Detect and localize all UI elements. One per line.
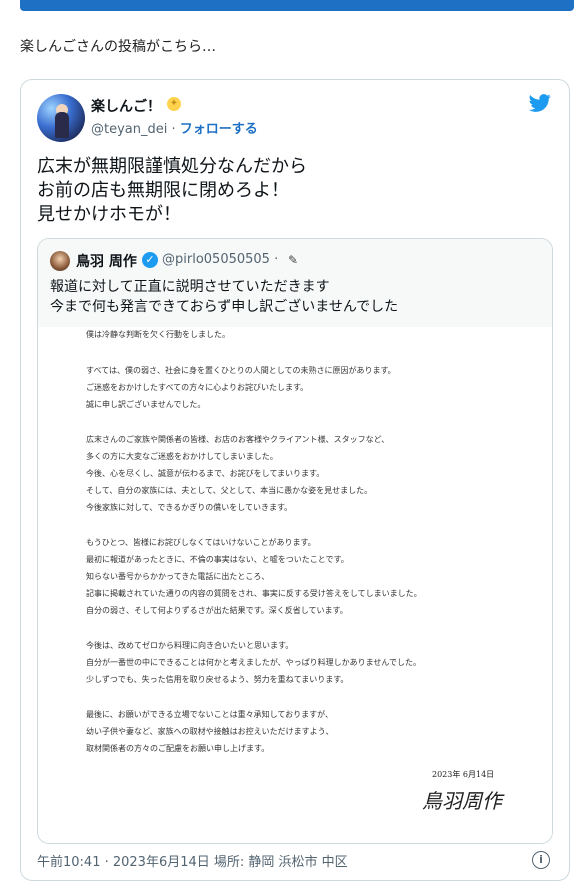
sparkle-star-icon: ✦ [167,97,181,111]
doc-line: 幼い子供や妻など、家族への取材や接触はお控えいただけますよう、 [86,727,334,736]
doc-line: 自分が一番世の中にできることは何かと考えましたが、やっぱり料理しかありませんでし… [86,658,422,667]
doc-line: 少しずつでも、失った信用を取り戻せるよう、努力を重ねてまいります。 [86,675,349,684]
quoted-text: 報道に対して正直に説明させていただきます 今まで何も発言できておらず申し訳ござい… [50,279,399,315]
doc-line: 誠に申し訳ございませんでした。 [86,400,206,409]
twitter-bird-icon[interactable] [527,92,553,114]
intro-text: 楽しんごさんの投稿がこちら… [20,39,216,55]
apology-document-image[interactable]: 僕は冷静な判断を欠く行動をしました。 すべては、僕の弱さ、社会に身を置くひとりの… [38,327,552,843]
doc-line: 僕は冷静な判断を欠く行動をしました。 [86,330,230,339]
tweet-timestamp[interactable]: 午前10:41 · 2023年6月14日 場所: 静岡 浜松市 中区 [37,851,348,870]
doc-line: 今後家族に対して、できるかぎりの償いをしていきます。 [86,503,293,512]
doc-line: 最初に報道があったときに、不倫の事実はない、と嘘をついたことです。 [86,555,349,564]
quoted-handle[interactable]: @pirlo05050505 [162,252,270,267]
doc-line: 知らない番号からかかってきた電話に出たところ、 [86,572,270,581]
quoted-dot: · [269,252,279,267]
author-handle[interactable]: @teyan_dei [91,122,167,137]
doc-line: ご迷惑をおかけしたすべての方々に心よりお詫びいたします。 [86,383,309,392]
doc-line: 取材関係者の方々のご配慮をお願い申し上げます。 [86,744,270,753]
quoted-handle-row: @pirlo05050505 · [162,252,278,267]
doc-line: もうひとつ、皆様にお詫びしなくてはいけないことがあります。 [86,538,316,547]
quoted-tweet[interactable]: 鳥羽 周作 ✓ @pirlo05050505 · ✎ 報道に対して正直に説明させ… [37,238,553,844]
tweet-text: 広末が無期限謹慎処分なんだから お前の店も無期限に閉めろよ！ 見せかけホモが！ [37,156,307,225]
info-icon[interactable]: i [532,851,550,869]
doc-line: 記事に掲載されていた通りの内容の質問をされ、事実に反する受け答えをしてしまいまし… [86,589,422,598]
doc-line: 今後は、改めてゼロから料理に向き合いたいと思います。 [86,641,294,650]
quoted-avatar[interactable] [50,251,70,271]
embedded-tweet-card[interactable]: 楽しんご！ ✦ @teyan_dei · フォローする 広末が無期限謹慎処分なん… [20,79,570,881]
pencil-icon: ✎ [288,253,299,267]
top-bar [20,0,574,11]
doc-line: そして、自分の家族には、夫として、父として、本当に愚かな姿を見せました。 [86,486,373,495]
separator: · [167,122,180,137]
doc-line: 今後、心を尽くし、誠意が伝わるまで、お詫びをしてまいります。 [86,469,325,478]
doc-line: 多くの方に大変なご迷惑をおかけしてしまいました。 [86,452,278,461]
author-name[interactable]: 楽しんご！ [91,96,161,116]
verified-badge-icon: ✓ [142,252,158,268]
signature-date: 2023年 6月14日 [432,770,495,779]
follow-button[interactable]: フォローする [180,122,258,137]
doc-line: 最後に、お願いができる立場でないことは重々承知しておりますが、 [86,710,333,719]
doc-line: すべては、僕の弱さ、社会に身を置くひとりの人間としての未熟さに原因があります。 [86,366,396,375]
signature-name: 鳥羽周作 [422,789,502,813]
quoted-tweet-header: 鳥羽 周作 ✓ @pirlo05050505 · ✎ 報道に対して正直に説明させ… [38,239,552,327]
avatar[interactable] [37,94,85,142]
quoted-author-name[interactable]: 鳥羽 周作 [76,251,137,271]
doc-line: 広末さんのご家族や関係者の皆様、お店のお客様やクライアント様、スタッフなど、 [86,435,390,444]
author-handle-row: @teyan_dei · フォローする [91,118,258,137]
doc-line: 自分の弱さ、そして何よりずるさが出た結果です。深く反省しています。 [86,606,348,615]
